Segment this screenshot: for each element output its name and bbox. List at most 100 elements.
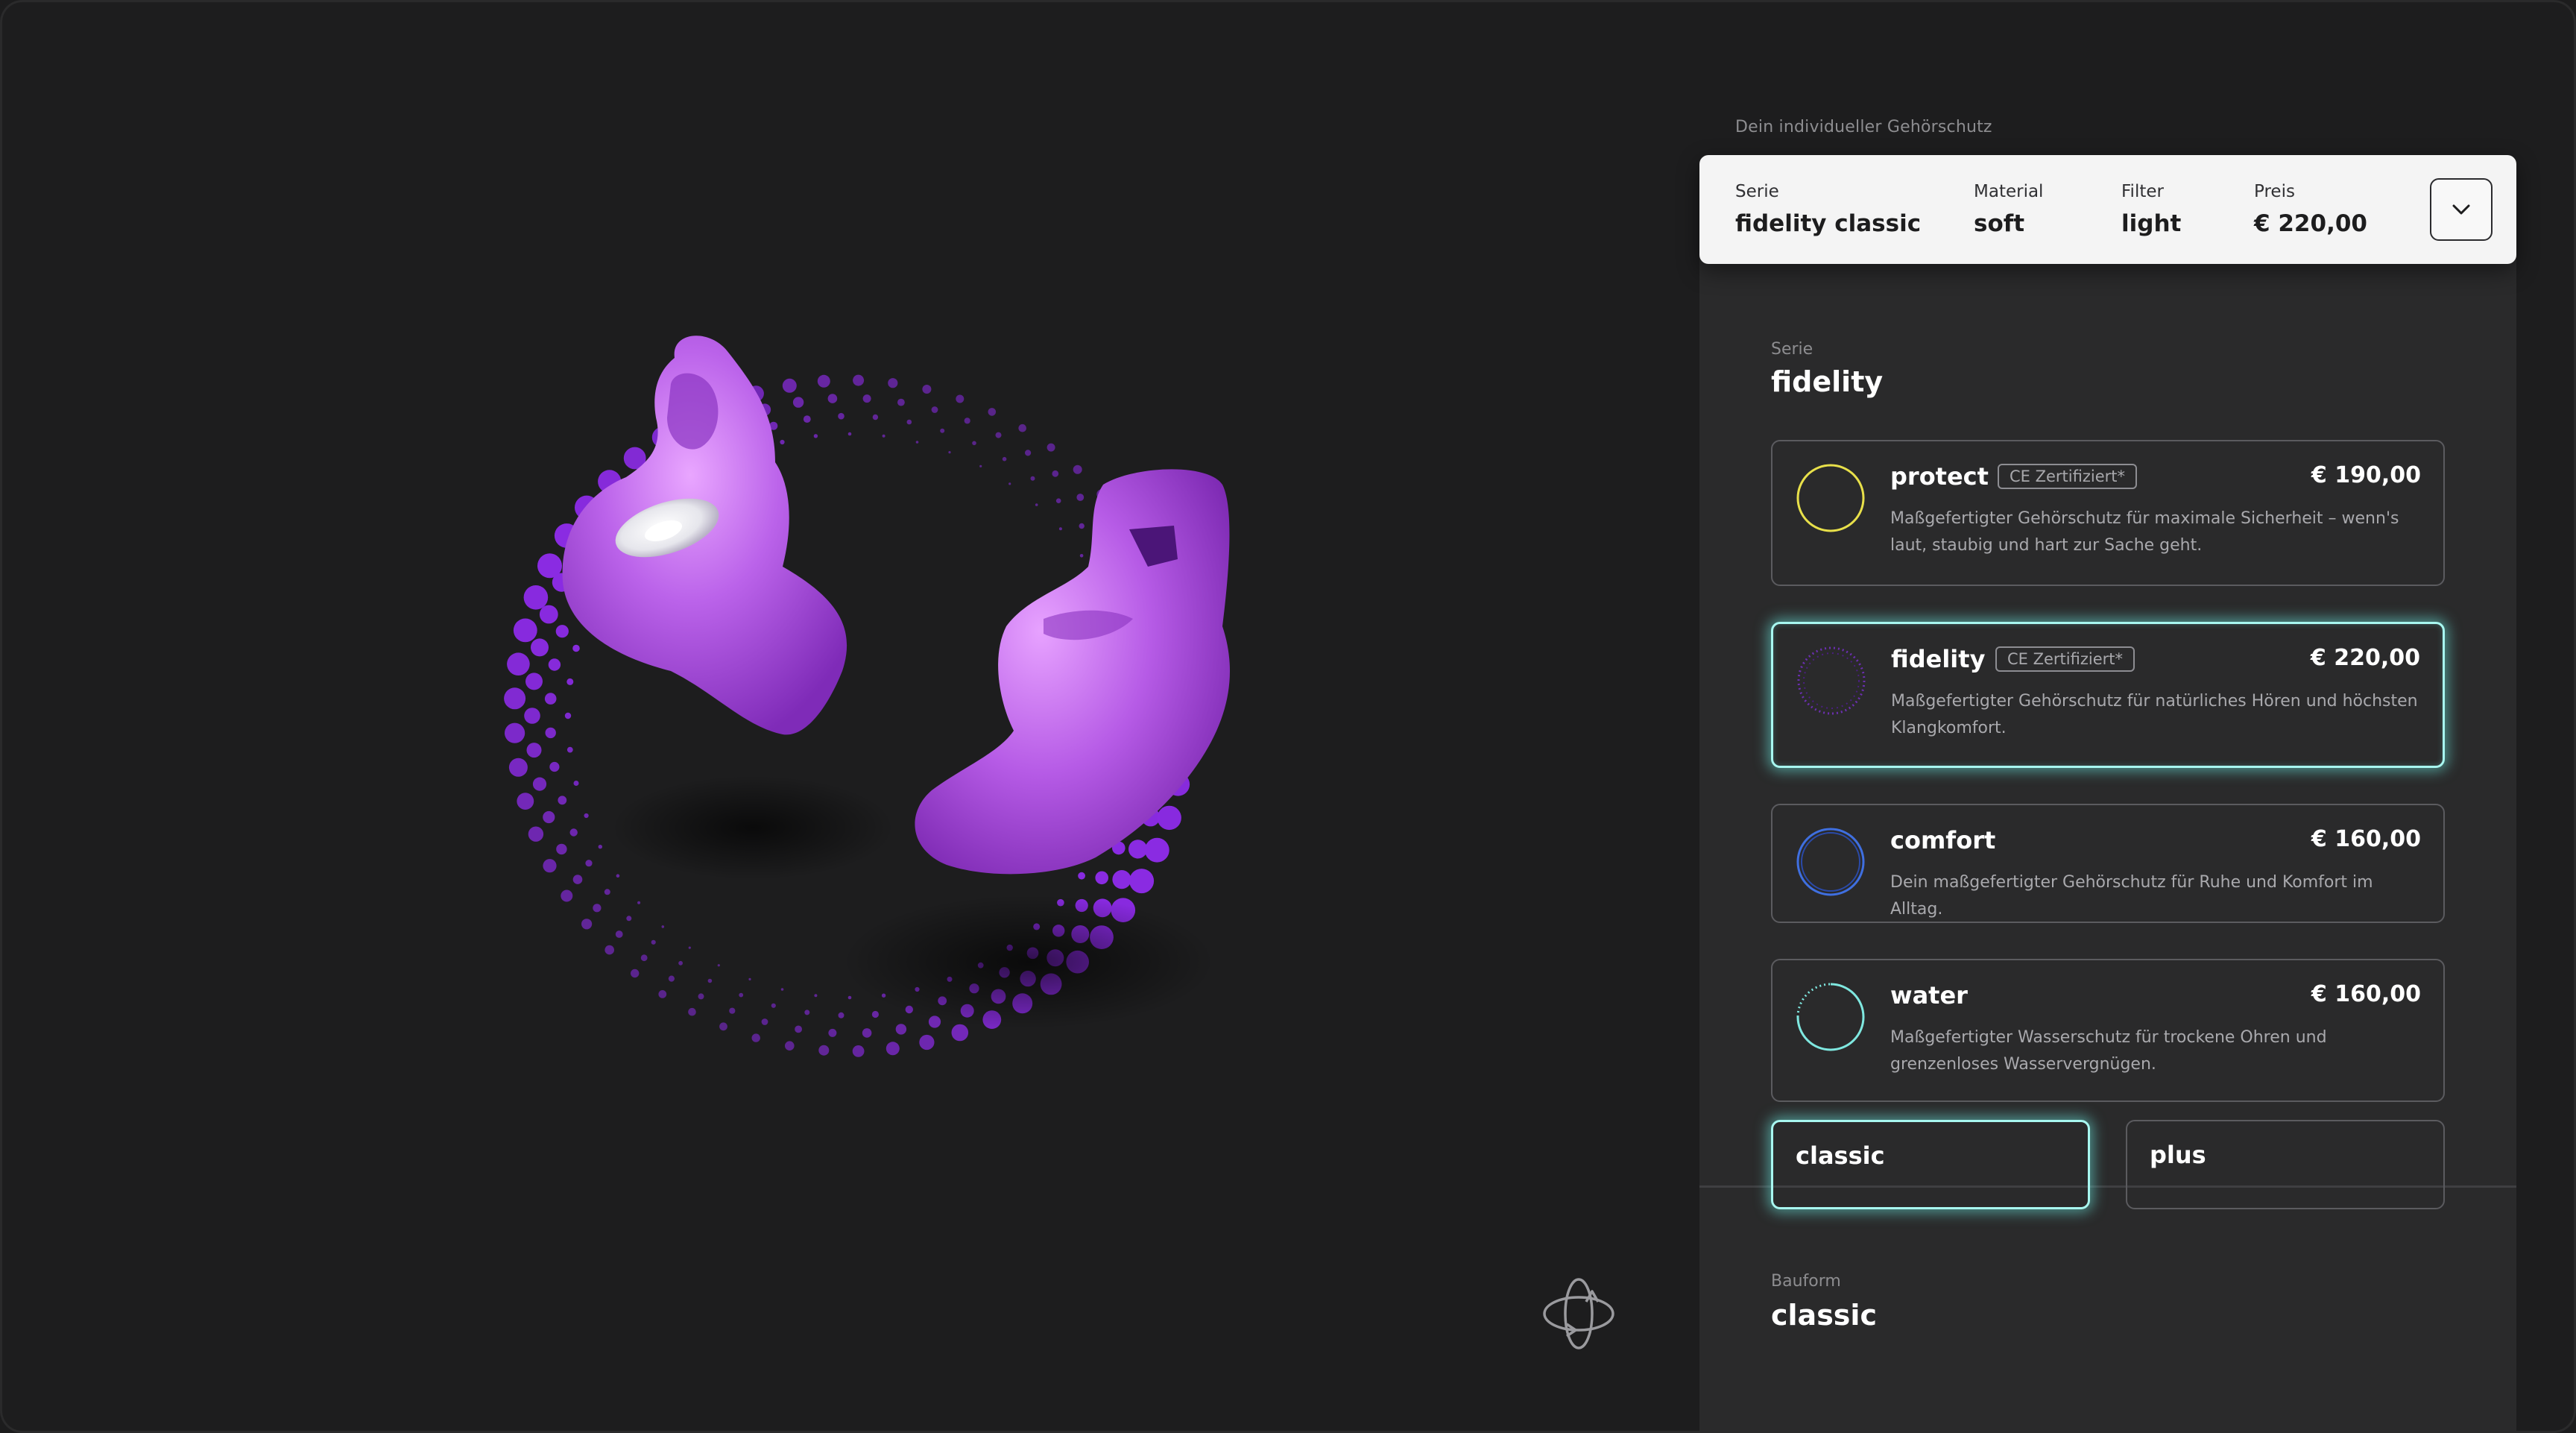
ring-dot: [658, 990, 667, 998]
panel-caption: Dein individueller Gehörschutz: [1735, 118, 1992, 136]
ring-dot: [1025, 450, 1032, 456]
expand-summary-button[interactable]: [2430, 178, 2493, 241]
summary-filter: Filter light: [2121, 182, 2254, 237]
summary-filter-value: light: [2121, 210, 2182, 237]
ring-dot: [814, 994, 818, 998]
ring-dot: [526, 743, 542, 758]
serie-option-water[interactable]: water € 160,00 Maßgefertigter Wasserschu…: [1771, 959, 2445, 1102]
ring-dot: [940, 428, 945, 433]
ring-dot: [525, 673, 543, 690]
ring-dot: [817, 374, 830, 388]
ring-dot: [895, 1024, 907, 1035]
ring-dot: [719, 1022, 727, 1031]
ring-dot: [543, 810, 555, 824]
serie-section-value: fidelity: [1771, 365, 1884, 398]
serie-protect-icon: [1796, 464, 1865, 532]
ring-dot: [922, 385, 932, 394]
summary-serie: Serie fidelity classic: [1735, 182, 1974, 237]
ring-dot: [862, 1028, 872, 1038]
ring-dot: [517, 793, 534, 810]
ring-dot: [761, 1018, 768, 1025]
ring-dot: [1095, 871, 1108, 885]
ring-dot: [626, 916, 632, 922]
ring-dot: [1079, 554, 1084, 558]
plug-shadow-right: [842, 895, 1215, 1029]
ring-dot: [886, 1042, 900, 1056]
app-frame: Dein individueller Gehörschutz Serie fid…: [0, 0, 2576, 1433]
ring-dot: [827, 394, 838, 403]
serie-option-description: Maßgefertigter Gehörschutz für maximale …: [1890, 509, 2399, 555]
product-viewer[interactable]: [0, 0, 1699, 1433]
ring-dot: [593, 904, 602, 913]
ring-dot: [581, 919, 593, 930]
ring-dot: [1030, 476, 1035, 481]
ring-dot: [1078, 872, 1085, 880]
ring-dot: [964, 418, 970, 424]
bauform-section-label: Bauform: [1771, 1272, 1841, 1291]
ring-dot: [688, 1007, 696, 1016]
rotate-360-control[interactable]: [1540, 1275, 1617, 1352]
ring-dot: [780, 988, 784, 991]
ring-dot: [688, 946, 691, 949]
ring-dot: [513, 618, 537, 643]
ring-dot: [785, 1041, 795, 1051]
options-body: Serie fidelity protect CE Zertifiziert* …: [1699, 253, 2516, 1433]
ring-dot: [615, 930, 623, 938]
ring-dot: [504, 687, 526, 710]
ring-dot: [1076, 494, 1085, 501]
serie-option-name: comfort: [1890, 826, 1996, 854]
ring-dot: [948, 451, 951, 454]
ring-dot: [678, 960, 683, 966]
bauform-option-plus[interactable]: plus: [2126, 1120, 2445, 1209]
ring-dot: [748, 977, 751, 980]
ring-dot: [988, 408, 997, 416]
ring-dot: [1079, 523, 1085, 529]
ring-dot: [528, 826, 544, 842]
rotate-360-icon: [1543, 1278, 1614, 1349]
ring-dot: [558, 796, 567, 805]
serie-option-fidelity[interactable]: fidelity CE Zertifiziert* € 220,00 Maßge…: [1771, 622, 2445, 768]
ring-dot: [544, 693, 557, 705]
ring-dot: [564, 712, 572, 719]
plug-shadow-left: [611, 775, 894, 880]
ring-dot: [1129, 869, 1155, 894]
ring-dot: [661, 925, 665, 928]
ring-dot: [539, 605, 558, 624]
ring-dot: [956, 394, 965, 403]
ce-certified-badge: CE Zertifiziert*: [1998, 464, 2137, 489]
ring-dot: [584, 813, 589, 819]
earplug-right: [915, 469, 1230, 875]
configuration-summary: Serie fidelity classic Material soft Fil…: [1699, 155, 2516, 264]
ring-dot: [1055, 498, 1061, 503]
bauform-option-classic[interactable]: classic: [1771, 1120, 2090, 1209]
summary-serie-value: fidelity classic: [1735, 210, 1922, 237]
ring-dot: [604, 889, 610, 895]
ring-dot: [507, 652, 530, 675]
ring-dot: [555, 625, 569, 638]
ring-dot: [543, 859, 557, 873]
ring-dot: [1128, 840, 1148, 859]
ring-dot: [1058, 527, 1062, 531]
ring-dot: [549, 761, 560, 772]
ring-dot: [508, 758, 528, 777]
serie-option-protect[interactable]: protect CE Zertifiziert* € 190,00 Maßgef…: [1771, 440, 2445, 586]
ring-dot: [972, 441, 976, 446]
serie-comfort-icon: [1796, 828, 1865, 896]
serie-option-price: € 160,00: [2311, 981, 2421, 1007]
serie-option-name: fidelity: [1891, 645, 1986, 673]
bauform-option-name: plus: [2150, 1141, 2206, 1169]
serie-option-comfort[interactable]: comfort € 160,00 Dein maßgefertigter Geh…: [1771, 804, 2445, 923]
ring-dot: [585, 860, 593, 867]
serie-water-icon: [1796, 983, 1865, 1051]
summary-preis: Preis € 220,00: [2254, 182, 2430, 237]
ring-dot: [604, 945, 614, 955]
ring-dot: [979, 464, 982, 467]
ring-dot: [828, 1028, 837, 1037]
summary-material: Material soft: [1974, 182, 2121, 237]
serie-section-label: Serie: [1771, 340, 1813, 359]
chevron-down-icon: [2452, 204, 2470, 215]
ring-dot: [871, 1010, 879, 1018]
summary-preis-value: € 220,00: [2254, 210, 2367, 237]
ring-dot: [505, 722, 525, 743]
ring-dot: [1002, 456, 1007, 462]
